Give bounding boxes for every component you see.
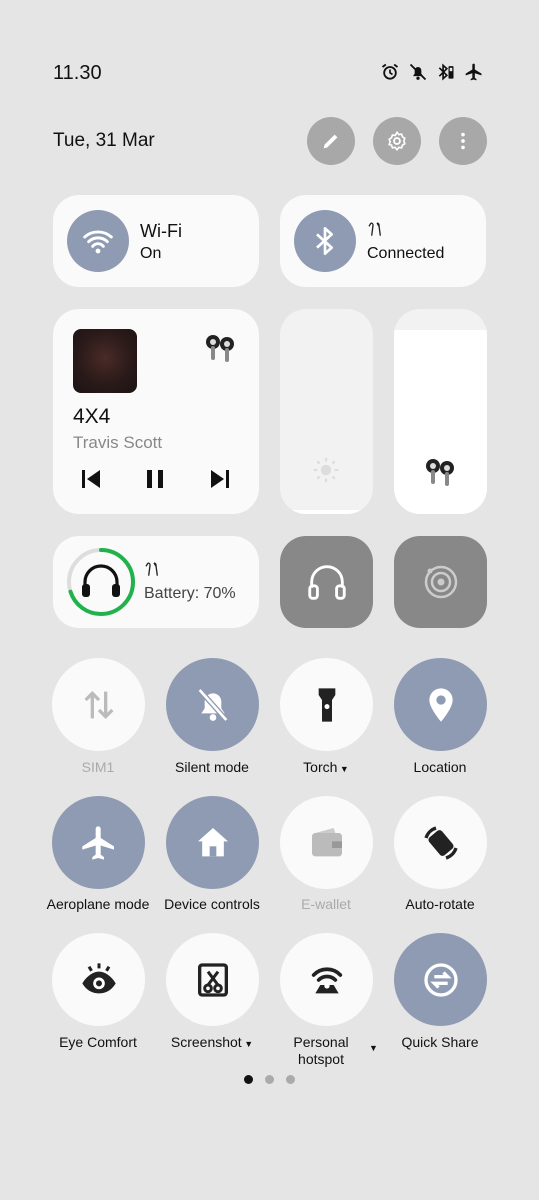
qs-quick-share[interactable]	[394, 933, 487, 1026]
qs-eye-comfort[interactable]	[52, 933, 145, 1026]
qs-auto-rotate-label: Auto-rotate	[405, 896, 475, 912]
album-art	[73, 329, 137, 393]
previous-button[interactable]	[79, 467, 103, 491]
volume-slider[interactable]	[394, 309, 487, 514]
battery-ring	[67, 548, 135, 616]
bluetooth-icon	[316, 227, 333, 255]
earbuds-icon	[368, 222, 381, 236]
edit-icon	[323, 134, 338, 149]
qs-device-controls[interactable]	[166, 796, 259, 889]
track-title: 4X4	[73, 405, 111, 428]
qs-personal-hotspot[interactable]	[280, 933, 373, 1026]
qs-location[interactable]	[394, 658, 487, 751]
bluetooth-battery-icon	[438, 63, 454, 81]
hotspot-icon	[311, 966, 342, 993]
rotate-icon	[423, 825, 458, 860]
location-icon	[428, 687, 453, 722]
wifi-tile[interactable]: Wi-Fi On	[53, 195, 259, 287]
flashlight-icon	[318, 687, 335, 722]
settings-button[interactable]	[373, 117, 421, 165]
bluetooth-status: Connected	[367, 245, 445, 262]
next-button[interactable]	[208, 467, 232, 491]
bell-off-icon	[409, 63, 427, 81]
earbuds-battery-tile[interactable]: Battery: 70%	[53, 536, 259, 628]
data-transfer-icon	[83, 690, 114, 719]
earbuds-output-icon[interactable]	[203, 331, 237, 365]
bell-off-icon	[197, 687, 228, 722]
qs-aeroplane-mode[interactable]	[52, 796, 145, 889]
qs-sim1[interactable]	[52, 658, 145, 751]
home-icon	[197, 827, 228, 856]
brightness-icon	[313, 457, 339, 483]
settings-icon	[388, 130, 406, 152]
more-icon	[461, 132, 465, 150]
eye-icon	[81, 962, 116, 993]
page-dot-3[interactable]	[286, 1075, 295, 1084]
brightness-slider[interactable]	[280, 309, 373, 514]
wallet-icon	[311, 827, 342, 856]
edit-button[interactable]	[307, 117, 355, 165]
headphones-icon	[82, 564, 120, 597]
screenshot-icon	[197, 962, 228, 997]
spatial-audio-button[interactable]	[394, 536, 487, 628]
page-dot-1[interactable]	[244, 1075, 253, 1084]
media-player[interactable]: 4X4 Travis Scott	[53, 309, 259, 514]
qs-screenshot-label: Screenshot	[170, 1034, 242, 1050]
headphone-mode-button[interactable]	[280, 536, 373, 628]
date-label: Tue, 31 Mar	[53, 130, 155, 151]
qs-torch-label: Torch	[303, 759, 338, 775]
qs-torch[interactable]	[280, 658, 373, 751]
more-button[interactable]	[439, 117, 487, 165]
airplane-icon	[465, 63, 482, 81]
qs-screenshot[interactable]	[166, 933, 259, 1026]
qs-auto-rotate[interactable]	[394, 796, 487, 889]
pause-button[interactable]	[143, 467, 167, 491]
status-icons	[380, 62, 484, 82]
earbuds-battery-text: Battery: 70%	[144, 585, 236, 602]
qs-e-wallet[interactable]	[280, 796, 373, 889]
quick-share-icon	[423, 962, 458, 997]
status-time: 11.30	[53, 62, 102, 84]
dropdown-arrow-icon: ▼	[337, 764, 349, 774]
qs-quick-share-label: Quick Share	[401, 1034, 479, 1050]
track-artist: Travis Scott	[73, 433, 163, 452]
spatial-audio-icon	[424, 565, 457, 599]
headphones-icon	[307, 565, 346, 600]
dropdown-arrow-icon: ▼	[241, 1039, 254, 1049]
bluetooth-toggle[interactable]	[294, 210, 356, 272]
wifi-status: On	[140, 245, 162, 262]
earbuds-icon	[145, 562, 158, 576]
qs-personal-hotspot-label: Personal hotspot	[293, 1034, 349, 1067]
earbuds-volume-icon	[426, 459, 454, 486]
airplane-icon	[81, 825, 114, 860]
page-dot-2[interactable]	[265, 1075, 274, 1084]
brightness-fill	[280, 509, 373, 514]
wifi-icon	[83, 230, 113, 254]
bluetooth-tile[interactable]: Connected	[280, 195, 486, 287]
wifi-toggle[interactable]	[67, 210, 129, 272]
wifi-title: Wi-Fi	[140, 221, 182, 241]
qs-location-label: Location	[413, 759, 467, 775]
alarm-icon	[381, 63, 399, 80]
qs-silent-mode[interactable]	[166, 658, 259, 751]
qs-screenshot-label-row[interactable]: Screenshot ▼	[142, 1034, 282, 1050]
